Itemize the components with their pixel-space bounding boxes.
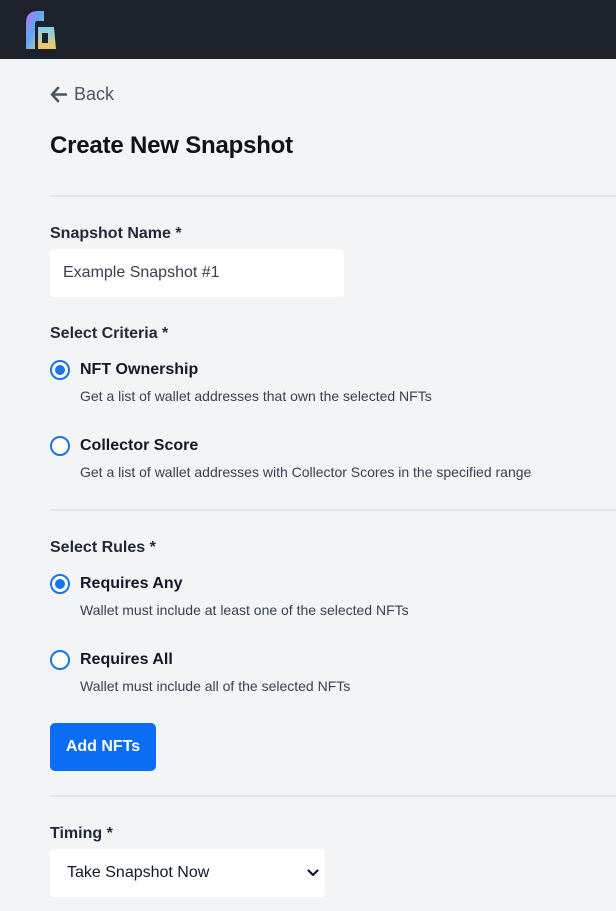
rules-option-requires-all[interactable]: Requires All Wallet must include all of … <box>50 650 616 700</box>
back-link[interactable]: Back <box>50 83 114 105</box>
divider <box>50 795 616 797</box>
option-description: Get a list of wallet addresses that own … <box>80 388 432 404</box>
divider <box>50 509 616 511</box>
arrow-left-icon <box>50 86 67 102</box>
page-title: Create New Snapshot <box>50 132 293 159</box>
back-label: Back <box>74 83 115 104</box>
option-description: Wallet must include all of the selected … <box>80 678 351 694</box>
criteria-option-nft-ownership[interactable]: NFT Ownership Get a list of wallet addre… <box>50 360 616 410</box>
add-nfts-button[interactable]: Add NFTs <box>50 723 156 771</box>
option-title: Collector Score <box>80 437 199 454</box>
rules-label: Select Rules * <box>50 539 156 556</box>
radio-unchecked[interactable] <box>50 650 70 670</box>
radio-checked[interactable] <box>50 574 70 594</box>
chevron-down-icon <box>307 869 319 877</box>
rules-option-requires-any[interactable]: Requires Any Wallet must include at leas… <box>50 574 616 624</box>
snapshot-name-label: Snapshot Name * <box>50 225 182 242</box>
snapshot-name-input[interactable] <box>50 249 344 297</box>
divider <box>50 195 616 197</box>
criteria-option-collector-score[interactable]: Collector Score Get a list of wallet add… <box>50 436 616 486</box>
top-bar <box>0 0 616 59</box>
criteria-label: Select Criteria * <box>50 325 169 342</box>
option-title: NFT Ownership <box>80 361 199 378</box>
option-description: Get a list of wallet addresses with Coll… <box>80 464 532 480</box>
timing-label: Timing * <box>50 825 113 842</box>
timing-select[interactable]: Take Snapshot Now <box>50 849 325 897</box>
timing-selected-value: Take Snapshot Now <box>67 864 210 881</box>
radio-unchecked[interactable] <box>50 436 70 456</box>
radio-checked[interactable] <box>50 360 70 380</box>
option-title: Requires Any <box>80 575 183 592</box>
option-description: Wallet must include at least one of the … <box>80 602 409 618</box>
option-title: Requires All <box>80 651 173 668</box>
app-logo-icon[interactable] <box>22 9 58 51</box>
